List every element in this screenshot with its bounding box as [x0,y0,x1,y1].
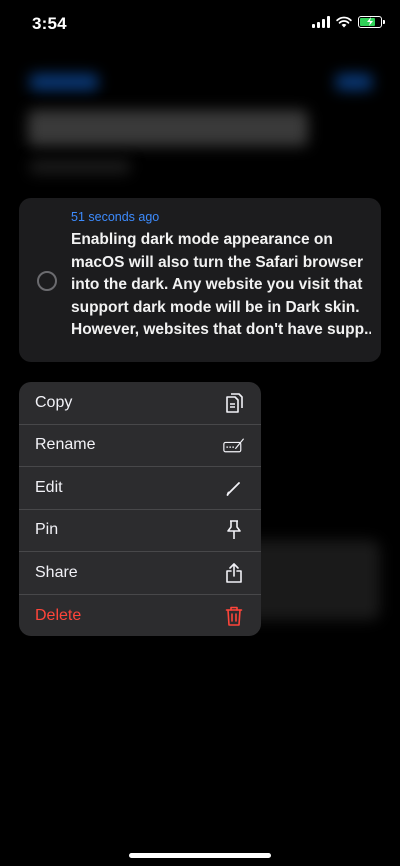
select-radio-button[interactable] [37,271,57,291]
pin-icon [223,519,245,541]
status-icons [312,16,385,28]
background-page-title [28,110,308,146]
menu-item-label: Edit [35,478,63,496]
preview-line: macOS will also turn the Safari browser [71,253,364,271]
cellular-signal-icon [312,16,330,28]
menu-item-share[interactable]: Share [19,552,261,595]
menu-item-pin[interactable]: Pin [19,510,261,552]
preview-line: into the dark. Any website you visit tha… [71,276,363,293]
background-back-button [30,74,98,90]
preview-line: support dark mode will be in Dark skin. [71,298,360,316]
copy-icon [223,392,245,414]
menu-item-copy[interactable]: Copy [19,382,261,425]
item-preview-text: Enabling dark mode appearance on macOS w… [71,229,371,342]
battery-icon [358,16,385,28]
menu-item-label: Share [35,563,78,581]
clipboard-item-card[interactable]: 51 seconds ago Enabling dark mode appear… [19,198,381,362]
preview-line: However, websites that don't have supp..… [71,321,371,338]
context-menu: Copy Rename Edit Pin Share Delete [19,382,261,636]
menu-item-label: Pin [35,521,59,539]
background-card [240,540,380,620]
pencil-icon [223,477,245,499]
wifi-icon [336,16,352,28]
rename-icon [223,434,245,456]
status-time: 3:54 [32,14,67,33]
menu-item-label: Rename [35,436,96,454]
trash-icon [223,605,245,627]
preview-line: Enabling dark mode appearance on [71,231,333,248]
home-indicator[interactable] [129,853,271,858]
background-action-button [336,74,372,90]
status-bar: 3:54 [0,0,400,48]
share-icon [223,562,245,584]
menu-item-label: Delete [35,606,82,624]
item-timestamp: 51 seconds ago [71,210,160,224]
menu-item-edit[interactable]: Edit [19,467,261,510]
menu-item-label: Copy [35,393,73,411]
menu-item-delete[interactable]: Delete [19,595,261,637]
menu-item-rename[interactable]: Rename [19,425,261,467]
background-subtitle [30,160,130,174]
